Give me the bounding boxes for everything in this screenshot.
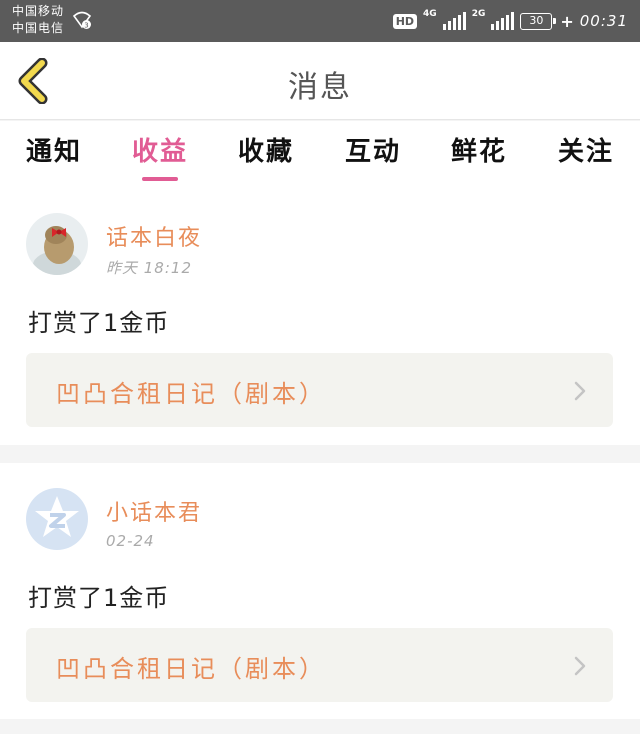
charging-icon: + (560, 11, 574, 31)
tab-favorites[interactable]: 收藏 (226, 131, 306, 181)
chevron-right-icon (574, 656, 586, 676)
message-time: 昨天 18:12 (106, 259, 192, 277)
clock: 00:31 (579, 12, 628, 30)
battery-icon: 30 (520, 12, 557, 30)
signal-2g-icon (491, 12, 515, 30)
message-time: 02-24 (106, 532, 155, 550)
work-title: 凹凸合租日记（剧本） (56, 655, 326, 683)
message-card: 话本白夜 昨天 18:12 打赏了1金币 凹凸合租日记（剧本） (0, 193, 640, 445)
tab-interactions[interactable]: 互动 (333, 131, 413, 181)
tab-notifications[interactable]: 通知 (14, 131, 94, 181)
wifi-shield-icon: 3 (72, 11, 92, 29)
tab-earnings[interactable]: 收益 (120, 131, 200, 181)
message-text: 打赏了1金币 (28, 309, 170, 337)
carrier-1: 中国移动 (12, 4, 65, 18)
carrier-info: 中国移动 中国电信 (12, 3, 64, 37)
status-right: HD 4G 2G 30 + 00:31 (392, 0, 628, 42)
tab-following[interactable]: 关注 (546, 131, 626, 181)
chevron-right-icon (574, 381, 586, 401)
avatar[interactable] (26, 213, 88, 275)
username[interactable]: 话本白夜 (106, 220, 202, 252)
tab-bar: 通知 收益 收藏 互动 鲜花 关注 (0, 121, 640, 193)
header: 消息 (0, 42, 640, 120)
page-title: 消息 (288, 70, 352, 105)
carrier-2: 中国电信 (12, 21, 65, 35)
message-card: 小话本君 02-24 打赏了1金币 凹凸合租日记（剧本） (0, 463, 640, 719)
tab-flowers[interactable]: 鲜花 (439, 131, 519, 181)
work-link[interactable]: 凹凸合租日记（剧本） (26, 353, 613, 427)
message-text: 打赏了1金币 (28, 584, 170, 612)
status-bar: 中国移动 中国电信 3 HD 4G 2G 30 + 00:31 (0, 0, 640, 42)
network-4g-label: 4G (423, 9, 437, 19)
network-2g-label: 2G (471, 9, 486, 19)
hd-badge: HD (392, 13, 418, 29)
avatar[interactable] (26, 488, 88, 550)
svg-text:3: 3 (84, 21, 88, 29)
work-title: 凹凸合租日记（剧本） (56, 380, 326, 408)
signal-4g-icon (442, 12, 466, 30)
username[interactable]: 小话本君 (106, 495, 202, 527)
work-link[interactable]: 凹凸合租日记（剧本） (26, 628, 613, 702)
